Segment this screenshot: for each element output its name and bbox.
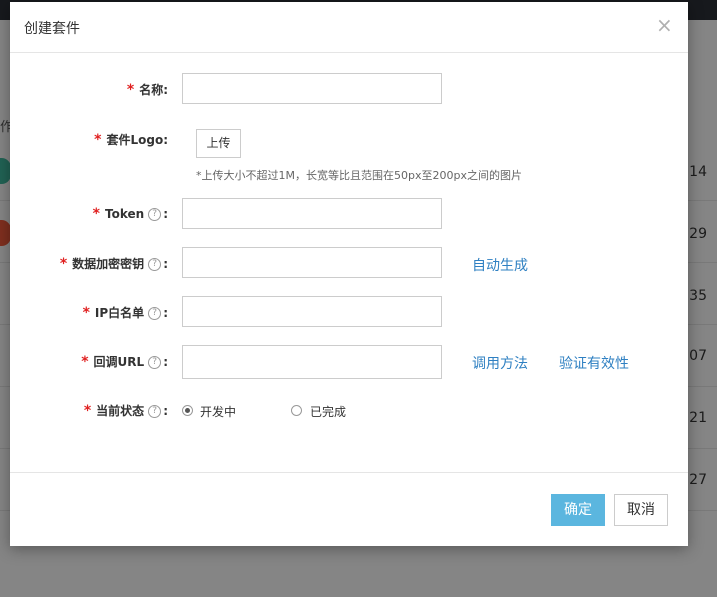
required-mark: * <box>83 403 92 419</box>
create-suite-dialog: 创建套件 × * 名称: * 套件Logo: 上传 *上传大小不超过1M，长宽等比且… <box>10 2 688 546</box>
status-label: * 当前状态?: <box>83 403 168 419</box>
ip-whitelist-input[interactable] <box>182 296 442 327</box>
call-method-link[interactable]: 调用方法 <box>472 353 528 373</box>
required-mark: * <box>126 82 135 98</box>
auto-generate-link[interactable]: 自动生成 <box>472 255 528 275</box>
confirm-button[interactable]: 确定 <box>551 494 605 526</box>
callback-url-input[interactable] <box>182 345 442 379</box>
help-icon[interactable]: ? <box>148 405 162 418</box>
help-icon[interactable]: ? <box>148 258 162 271</box>
encrypt-key-label: * 数据加密密钥?: <box>59 256 168 272</box>
required-mark: * <box>94 132 102 148</box>
callback-url-label: * 回调URL?: <box>81 354 168 370</box>
help-icon[interactable]: ? <box>148 208 162 221</box>
dialog-footer: 确定 取消 <box>10 472 688 547</box>
cancel-button[interactable]: 取消 <box>614 494 668 526</box>
status-radio-completed[interactable] <box>291 405 302 416</box>
verify-validity-link[interactable]: 验证有效性 <box>559 353 629 373</box>
logo-label: * 套件Logo: <box>94 132 168 148</box>
help-icon[interactable]: ? <box>148 356 162 369</box>
status-option-developing-label[interactable]: 开发中 <box>200 403 236 420</box>
help-icon[interactable]: ? <box>148 307 162 320</box>
status-option-completed-label[interactable]: 已完成 <box>310 403 346 420</box>
dialog-header: 创建套件 × <box>10 2 688 53</box>
token-input[interactable] <box>182 198 442 229</box>
dialog-title: 创建套件 <box>24 21 80 37</box>
name-label: * 名称: <box>126 82 168 98</box>
status-radio-developing[interactable] <box>182 405 193 416</box>
required-mark: * <box>81 354 89 370</box>
required-mark: * <box>59 256 68 272</box>
token-label: * Token?: <box>92 206 168 222</box>
encrypt-key-input[interactable] <box>182 247 442 278</box>
required-mark: * <box>92 206 100 222</box>
name-input[interactable] <box>182 73 442 104</box>
upload-button[interactable]: 上传 <box>196 129 241 158</box>
required-mark: * <box>82 305 90 321</box>
close-icon[interactable]: × <box>656 15 673 35</box>
upload-hint: *上传大小不超过1M，长宽等比且范围在50px至200px之间的图片 <box>196 169 522 182</box>
ip-whitelist-label: * IP白名单?: <box>82 305 168 321</box>
